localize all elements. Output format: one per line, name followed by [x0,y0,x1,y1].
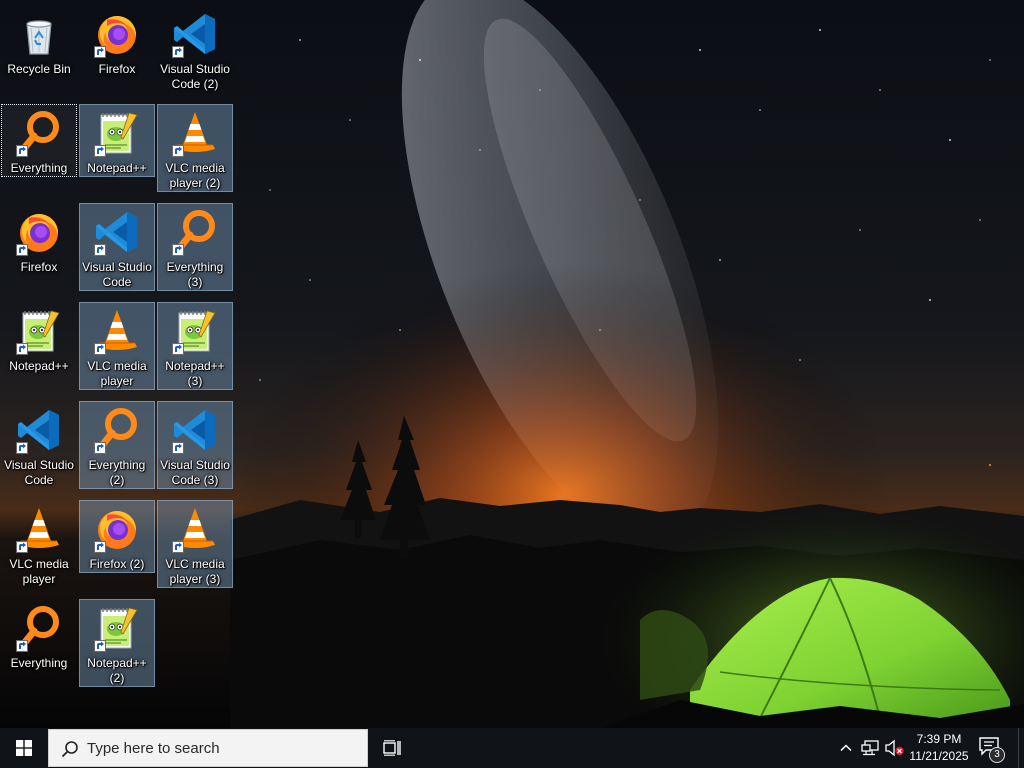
vscode-icon [93,208,141,256]
chevron-up-icon [840,744,852,752]
desktop-icon-notepad-plus-plus-2[interactable]: Notepad++ (2) [79,599,155,687]
desktop-icon-label: Everything (2) [88,458,146,487]
shortcut-arrow-icon [172,244,184,256]
shortcut-arrow-icon [16,145,28,157]
firefox-icon [93,10,141,58]
shortcut-arrow-icon [172,541,184,553]
vlc-icon [171,109,219,157]
desktop-icon-label: Visual Studio Code (2) [160,62,230,91]
desktop-icon-label: VLC media player [9,557,69,586]
desktop-icon-firefox[interactable]: Firefox [79,5,155,78]
desktop-icon-vlc-media-player[interactable]: VLC media player [79,302,155,390]
desktop-icon-visual-studio-code-b[interactable]: Visual Studio Code [1,401,77,489]
shortcut-arrow-icon [16,541,28,553]
desktop-icon-vlc-media-player-b[interactable]: VLC media player [1,500,77,588]
vlc-icon [171,505,219,553]
everything-icon [15,109,63,157]
action-center-button[interactable]: 3 [978,736,1008,763]
shortcut-arrow-icon [94,442,106,454]
vlc-icon [93,307,141,355]
desktop-icon-label: Notepad++ (3) [165,359,225,388]
desktop-icon-visual-studio-code-3[interactable]: Visual Studio Code (3) [157,401,233,489]
windows-logo-icon [16,740,32,756]
shortcut-arrow-icon [16,244,28,256]
shortcut-arrow-icon [172,442,184,454]
search-icon [61,741,78,758]
shortcut-arrow-icon [94,343,106,355]
desktop-icon-everything-2[interactable]: Everything (2) [79,401,155,489]
firefox-icon [15,208,63,256]
everything-icon [171,208,219,256]
shortcut-arrow-icon [94,541,106,553]
volume-button[interactable] [884,739,906,757]
shortcut-arrow-icon [172,46,184,58]
desktop-icon-label: Notepad++ (2) [87,656,147,685]
desktop-icon-label: Notepad++ [87,161,147,175]
vlc-icon [15,505,63,553]
desktop-icon-firefox-2[interactable]: Firefox (2) [79,500,155,573]
desktop-icon-label: Recycle Bin [7,62,71,76]
desktop-icon-visual-studio-code[interactable]: Visual Studio Code [79,203,155,291]
desktop-icon-label: Visual Studio Code [82,260,152,289]
shortcut-arrow-icon [172,343,184,355]
shortcut-arrow-icon [16,640,28,652]
desktop-icon-label: Firefox [20,260,58,274]
desktop-icon-label: VLC media player (2) [165,161,225,190]
desktop-icon-label: Firefox (2) [89,557,145,571]
desktop-icon-label: VLC media player (3) [165,557,225,586]
start-button[interactable] [0,728,48,768]
shortcut-arrow-icon [16,442,28,454]
desktop-icon-vlc-media-player-2[interactable]: VLC media player (2) [157,104,233,192]
desktop-icon-label: Visual Studio Code [4,458,74,487]
desktop-icon-vlc-media-player-3[interactable]: VLC media player (3) [157,500,233,588]
desktop-icon-everything-b[interactable]: Everything [1,599,77,672]
desktop-icon-label: Firefox [98,62,136,76]
task-view-button[interactable] [376,728,408,768]
desktop-icon-everything[interactable]: Everything [1,104,77,177]
notepad-icon [15,307,63,355]
shortcut-arrow-icon [94,145,106,157]
desktop-icon-firefox-b[interactable]: Firefox [1,203,77,276]
show-desktop-button[interactable] [1018,728,1024,768]
desktop-icon-label: Everything [10,656,68,670]
notification-count-badge: 3 [989,747,1005,763]
shortcut-arrow-icon [16,343,28,355]
recycle-bin-icon [15,10,63,58]
shortcut-arrow-icon [94,244,106,256]
network-button[interactable] [860,739,880,757]
everything-icon [15,604,63,652]
firefox-icon [93,505,141,553]
desktop-icon-visual-studio-code-2[interactable]: Visual Studio Code (2) [157,5,233,93]
taskbar-search-box[interactable] [48,729,368,767]
desktop-icon-label: Visual Studio Code (3) [160,458,230,487]
desktop-icon-recycle-bin[interactable]: Recycle Bin [1,5,77,78]
everything-icon [93,406,141,454]
vscode-icon [171,10,219,58]
desktop-icon-notepad-plus-plus-3[interactable]: Notepad++ (3) [157,302,233,390]
desktop-icon-label: Notepad++ [9,359,69,373]
search-input[interactable] [87,738,347,758]
clock-date: 11/21/2025 [909,749,969,763]
volume-muted-icon [885,739,904,757]
desktop-icon-label: Everything [10,161,68,175]
taskbar-clock[interactable]: 7:39 PM 11/21/2025 [904,731,974,765]
network-icon [861,740,879,756]
desktop-icon-label: VLC media player [87,359,147,388]
clock-time: 7:39 PM [916,732,962,746]
notepad-icon [171,307,219,355]
desktop-icon-notepad-plus-plus[interactable]: Notepad++ [79,104,155,177]
show-hidden-icons-button[interactable] [838,740,854,756]
desktop-icon-everything-3[interactable]: Everything (3) [157,203,233,291]
shortcut-arrow-icon [172,145,184,157]
desktop-icon-notepad-plus-plus-b[interactable]: Notepad++ [1,302,77,375]
task-view-icon [383,740,401,756]
vscode-icon [171,406,219,454]
shortcut-arrow-icon [94,640,106,652]
vscode-icon [15,406,63,454]
shortcut-arrow-icon [94,46,106,58]
notepad-icon [93,604,141,652]
notepad-icon [93,109,141,157]
desktop-icon-label: Everything (3) [166,260,224,289]
taskbar: 7:39 PM 11/21/2025 3 [0,728,1024,768]
